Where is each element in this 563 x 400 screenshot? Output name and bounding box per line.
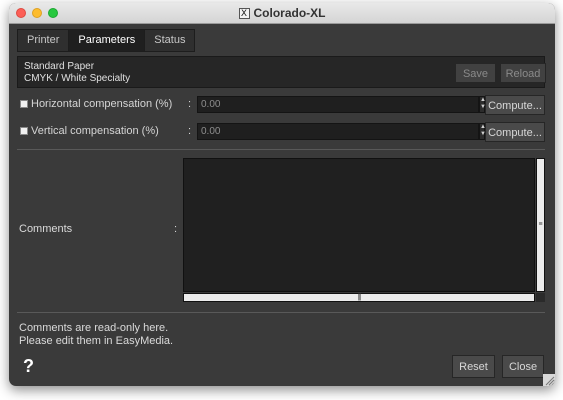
tab-parameters[interactable]: Parameters: [69, 30, 146, 51]
paper-color-mode: CMYK / White Specialty: [24, 73, 131, 84]
tab-status[interactable]: Status: [145, 30, 194, 51]
vertical-scroll-thumb[interactable]: ≡: [537, 159, 544, 291]
paper-info-panel: Standard Paper CMYK / White Specialty Sa…: [17, 56, 546, 88]
comments-horizontal-scrollbar[interactable]: |||: [183, 293, 535, 302]
vertical-compensation-checkbox[interactable]: [20, 127, 28, 135]
save-button[interactable]: Save: [455, 63, 496, 83]
horizontal-compensation-checkbox[interactable]: [20, 100, 28, 108]
reset-button[interactable]: Reset: [452, 355, 495, 378]
horizontal-compute-button[interactable]: Compute...: [485, 95, 545, 115]
scroll-corner: [536, 293, 545, 302]
horizontal-compensation-input[interactable]: 0.00: [197, 96, 479, 113]
tab-bar: Printer Parameters Status: [17, 29, 196, 52]
resize-grip-icon[interactable]: [543, 374, 555, 386]
vertical-compensation-colon: :: [188, 125, 192, 137]
horizontal-compensation-colon: :: [188, 98, 192, 110]
comments-colon: :: [174, 223, 178, 235]
divider: [17, 312, 545, 313]
window-title: Colorado-XL: [253, 6, 326, 20]
horizontal-compensation-row: Horizontal compensation (%) : 0.00 ▲ ▼ Co…: [17, 95, 545, 115]
horizontal-compensation-label: Horizontal compensation (%): [31, 98, 173, 110]
info-text-line2: Please edit them in EasyMedia.: [19, 335, 174, 347]
vertical-compensation-input[interactable]: 0.00: [197, 123, 479, 140]
vertical-compensation-row: Vertical compensation (%) : 0.00 ▲ ▼ Comp…: [17, 122, 545, 142]
divider: [17, 149, 545, 150]
close-button[interactable]: Close: [502, 355, 544, 378]
comments-textarea[interactable]: [183, 158, 535, 292]
x11-icon: X: [238, 7, 250, 19]
reload-button[interactable]: Reload: [500, 63, 546, 83]
paper-name: Standard Paper: [24, 61, 95, 72]
comments-label: Comments: [19, 223, 73, 235]
help-button[interactable]: ?: [23, 356, 34, 377]
vertical-compute-button[interactable]: Compute...: [485, 122, 545, 142]
info-text-line1: Comments are read-only here.: [19, 322, 169, 334]
horizontal-scroll-thumb[interactable]: |||: [184, 294, 534, 301]
vertical-compensation-label: Vertical compensation (%): [31, 125, 159, 137]
title-bar: X Colorado-XL: [9, 3, 555, 24]
tab-printer[interactable]: Printer: [18, 30, 70, 51]
main-window: X Colorado-XL Printer Parameters Status …: [9, 3, 555, 386]
comments-vertical-scrollbar[interactable]: ≡: [536, 158, 545, 292]
